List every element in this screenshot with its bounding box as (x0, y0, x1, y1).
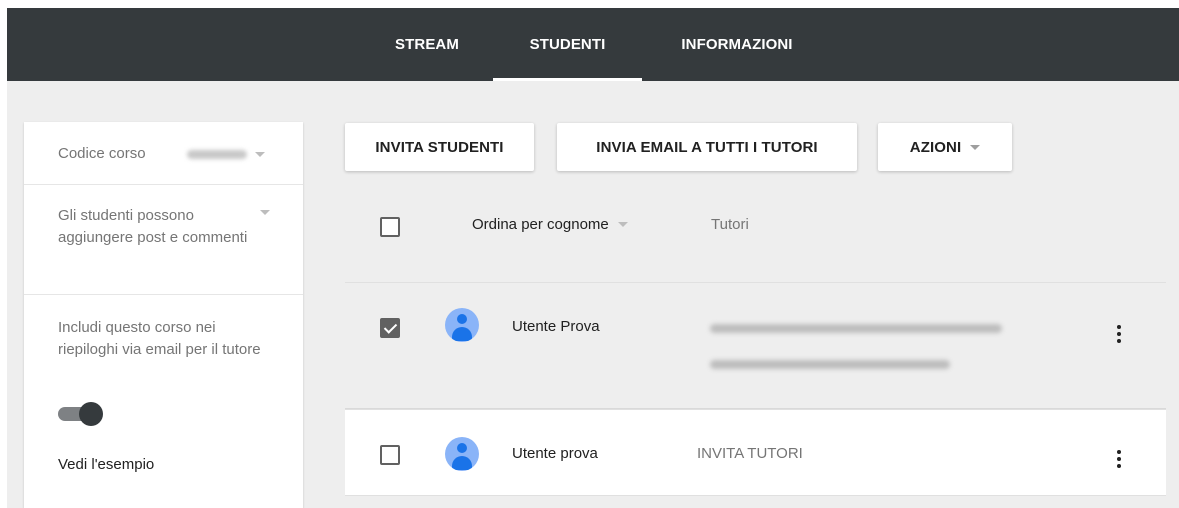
email-summary-toggle[interactable] (58, 402, 103, 426)
student-row[interactable]: Utente prova INVITA TUTORI (345, 409, 1166, 496)
student-row[interactable]: Utente Prova (345, 282, 1166, 409)
student-name: Utente Prova (512, 318, 600, 335)
posting-permission-label: Gli studenti possono aggiungere post e c… (58, 207, 248, 246)
chevron-down-icon[interactable] (260, 210, 270, 215)
more-vertical-icon[interactable] (1114, 447, 1124, 471)
tab-stream[interactable]: STREAM (373, 8, 481, 81)
see-example-link[interactable]: Vedi l'esempio (58, 456, 154, 473)
email-all-guardians-button[interactable]: INVIA EMAIL A TUTTI I TUTORI (557, 123, 857, 171)
actions-label: AZIONI (909, 138, 962, 156)
invite-students-button[interactable]: INVITA STUDENTI (345, 123, 534, 171)
chevron-down-icon[interactable] (255, 152, 265, 157)
sidebar-settings-card: Codice corso Gli studenti possono aggiun… (24, 122, 303, 508)
top-navigation-bar: STREAM STUDENTI INFORMAZIONI (7, 8, 1179, 81)
sort-by-surname-dropdown[interactable]: Ordina per cognome (472, 216, 628, 233)
invite-guardians-link[interactable]: INVITA TUTORI (697, 445, 803, 462)
tab-studenti[interactable]: STUDENTI (493, 8, 642, 81)
guardians-column-header: Tutori (711, 216, 749, 233)
email-all-guardians-label: INVIA EMAIL A TUTTI I TUTORI (596, 138, 818, 156)
email-summary-row: Includi questo corso nei riepiloghi via … (24, 295, 303, 508)
course-code-value-blurred (187, 150, 247, 159)
invite-students-label: INVITA STUDENTI (375, 138, 504, 156)
tab-informazioni[interactable]: INFORMAZIONI (657, 8, 817, 81)
course-code-row[interactable]: Codice corso (24, 122, 303, 185)
course-code-label: Codice corso (58, 145, 146, 162)
avatar-icon (445, 308, 479, 342)
dropdown-caret-icon (617, 222, 628, 227)
student-checkbox[interactable] (380, 318, 400, 338)
avatar-icon (445, 437, 479, 471)
sort-label: Ordina per cognome (472, 216, 609, 233)
guardian-email-blurred (710, 324, 1002, 333)
guardian-email-blurred (710, 360, 950, 369)
email-summary-label: Includi questo corso nei riepiloghi via … (58, 319, 261, 358)
actions-menu-button[interactable]: AZIONI (878, 123, 1012, 171)
posting-permission-row[interactable]: Gli studenti possono aggiungere post e c… (24, 185, 303, 295)
dropdown-caret-icon (970, 144, 981, 150)
student-name: Utente prova (512, 445, 598, 462)
select-all-checkbox[interactable] (380, 217, 400, 237)
toggle-knob (79, 402, 103, 426)
student-checkbox[interactable] (380, 445, 400, 465)
more-vertical-icon[interactable] (1114, 322, 1124, 346)
